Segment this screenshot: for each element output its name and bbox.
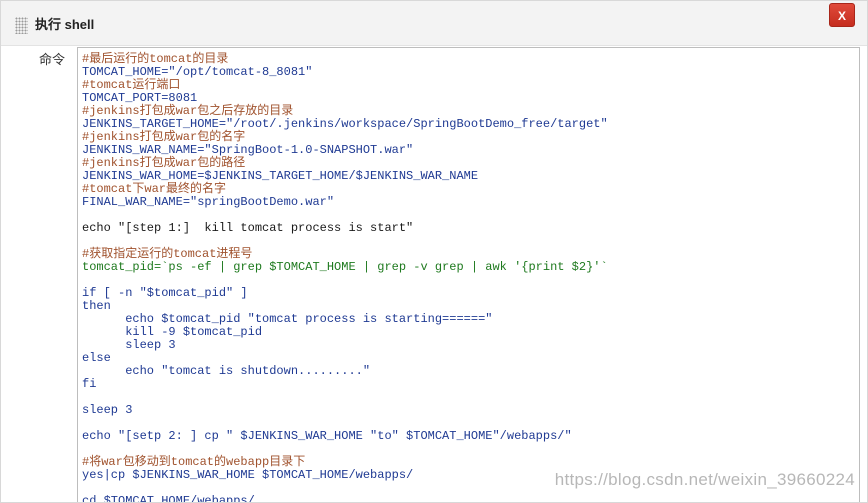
- code-line: echo "tomcat is shutdown.........": [82, 364, 371, 378]
- code-content[interactable]: #最后运行的tomcat的目录 TOMCAT_HOME="/opt/tomcat-…: [82, 53, 608, 503]
- code-line: tomcat_pid=`ps -ef | grep $TOMCAT_HOME |…: [82, 260, 608, 274]
- close-button[interactable]: X: [829, 3, 855, 27]
- panel-title: 执行 shell: [35, 17, 95, 32]
- code-line: FINAL_WAR_NAME="springBootDemo.war": [82, 195, 335, 209]
- panel-header: 执行 shell X: [1, 1, 867, 46]
- code-line: echo "[step 1:] kill tomcat process is s…: [82, 221, 414, 235]
- code-line: sleep 3: [82, 403, 133, 417]
- code-line: fi: [82, 377, 97, 391]
- code-line: yes|cp $JENKINS_WAR_HOME $TOMCAT_HOME/we…: [82, 468, 414, 482]
- code-line: echo "[setp 2: ] cp " $JENKINS_WAR_HOME …: [82, 429, 572, 443]
- build-step-panel: 执行 shell X 命令 #最后运行的tomcat的目录 TOMCAT_HOME…: [0, 0, 868, 503]
- code-line: sleep 3: [82, 338, 176, 352]
- command-label: 命令: [39, 52, 66, 67]
- code-line: if [ -n "$tomcat_pid" ]: [82, 286, 248, 300]
- command-textarea[interactable]: #最后运行的tomcat的目录 TOMCAT_HOME="/opt/tomcat-…: [77, 47, 860, 503]
- drag-handle-icon[interactable]: [15, 17, 28, 34]
- watermark: https://blog.csdn.net/weixin_39660224: [554, 470, 855, 489]
- code-line: cd $TOMCAT_HOME/webapps/: [82, 494, 255, 503]
